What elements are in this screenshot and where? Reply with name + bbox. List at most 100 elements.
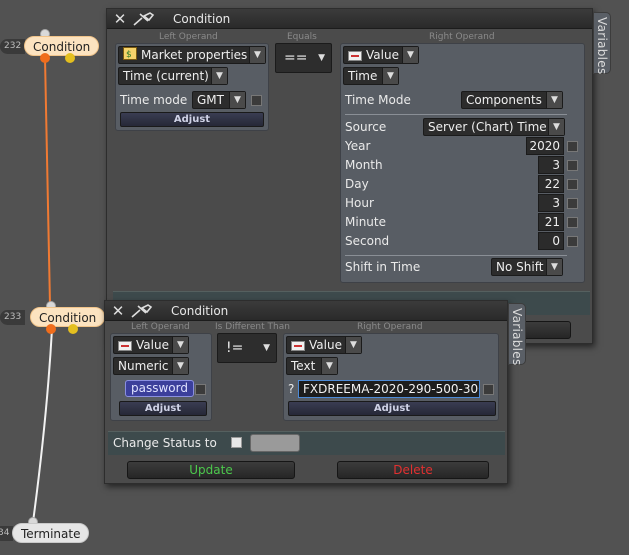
second-checkbox[interactable] [567, 236, 578, 247]
month-label: Month [345, 158, 383, 172]
left-operand-caption: Left Operand [159, 32, 218, 42]
text-value-input[interactable]: FXDREEMA-2020-290-500-300 [298, 380, 480, 398]
second-input[interactable]: 0 [538, 232, 564, 250]
operator-value: != [226, 340, 244, 356]
left-source-value: Market properties [141, 48, 248, 62]
month-checkbox[interactable] [567, 160, 578, 171]
chevron-down-icon: ▼ [546, 259, 562, 275]
condition-window-2: ✕ Condition Left Operand Is Different Th… [104, 300, 508, 484]
value-icon [118, 340, 132, 351]
node-condition-232[interactable]: 232 Condition [0, 29, 100, 63]
window-titlebar[interactable]: ✕ Condition [105, 301, 507, 321]
status-color-swatch[interactable] [250, 434, 300, 452]
right-type-dropdown[interactable]: Value ▼ [286, 336, 362, 354]
window-titlebar[interactable]: ✕ Condition [107, 9, 592, 29]
chevron-down-icon: ▼ [211, 68, 227, 84]
adjust-button[interactable]: Adjust [120, 112, 264, 127]
operator-dropdown[interactable]: != ▼ [217, 333, 277, 363]
node-label[interactable]: Condition [24, 36, 100, 56]
node-label[interactable]: Terminate [12, 523, 90, 543]
update-button[interactable]: Update [127, 461, 295, 479]
month-input[interactable]: 3 [538, 156, 564, 174]
time-mode-dropdown[interactable]: GMT ▼ [192, 91, 246, 109]
node-output-false[interactable] [68, 324, 78, 334]
hour-checkbox[interactable] [567, 198, 578, 209]
operator-dropdown[interactable]: == ▼ [275, 43, 332, 73]
source-label: Source [345, 120, 387, 134]
right-operand-panel: Value ▼ Text ▼ ? FXDREEMA-2020-290-500-3… [283, 333, 499, 421]
node-label[interactable]: Condition [30, 307, 106, 327]
left-subtype-dropdown[interactable]: Numeric ▼ [113, 357, 189, 375]
minute-label: Minute [345, 215, 386, 229]
text-prefix: ? [288, 382, 295, 396]
time-mode-value: GMT [197, 93, 224, 107]
day-input[interactable]: 22 [538, 175, 564, 193]
right-value-checkbox[interactable] [483, 384, 494, 395]
right-subtype-dropdown[interactable]: Time ▼ [343, 67, 399, 85]
variables-tab[interactable]: Variables [508, 303, 526, 366]
close-icon[interactable]: ✕ [110, 303, 126, 319]
value-icon [348, 50, 362, 61]
node-id: 233 [0, 310, 26, 325]
node-condition-233[interactable]: 233 Condition [0, 301, 106, 334]
divider [345, 114, 567, 115]
node-terminate-34[interactable]: 34 Terminate [0, 517, 100, 543]
left-value-checkbox[interactable] [195, 384, 206, 395]
right-time-mode-label: Time Mode [345, 93, 411, 107]
time-mode-label: Time mode [120, 93, 188, 107]
chevron-down-icon: ▼ [229, 92, 245, 108]
condition-window-1: ✕ Condition Left Operand Equals Right Op… [106, 8, 593, 344]
right-type-dropdown[interactable]: Value ▼ [343, 46, 419, 64]
year-label: Year [345, 139, 371, 153]
hour-label: Hour [345, 196, 374, 210]
left-operand-caption: Left Operand [131, 322, 190, 332]
pin-icon[interactable] [131, 11, 155, 27]
chevron-down-icon: ▼ [249, 47, 265, 63]
right-type-value: Value [366, 48, 399, 62]
right-subtype-dropdown[interactable]: Text ▼ [286, 357, 338, 375]
left-field-dropdown[interactable]: Time (current) ▼ [118, 67, 228, 85]
minute-input[interactable]: 21 [538, 213, 564, 231]
hour-input[interactable]: 3 [538, 194, 564, 212]
svg-text:$: $ [126, 50, 132, 60]
time-mode-checkbox[interactable] [251, 95, 262, 106]
source-dropdown[interactable]: Server (Chart) Time ▼ [423, 118, 565, 136]
left-subtype-value: Numeric [118, 359, 169, 373]
operator-caption: Equals [287, 32, 317, 42]
close-icon[interactable]: ✕ [112, 11, 128, 27]
chevron-down-icon: ▼ [345, 337, 361, 353]
left-type-dropdown[interactable]: Value ▼ [113, 336, 189, 354]
year-input[interactable]: 2020 [526, 137, 564, 155]
node-output-false[interactable] [65, 53, 75, 63]
variables-tab-label: Variables [595, 17, 609, 75]
chevron-down-icon: ▼ [318, 53, 325, 63]
right-operand-caption: Right Operand [429, 32, 495, 42]
window-title: Condition [173, 12, 231, 26]
left-operand-panel: Value ▼ Numeric ▼ password Adjust [110, 333, 212, 421]
chevron-down-icon: ▼ [546, 92, 562, 108]
day-checkbox[interactable] [567, 179, 578, 190]
password-variable-chip[interactable]: password [125, 380, 194, 397]
adjust-button[interactable]: Adjust [119, 401, 207, 416]
node-id: 232 [0, 39, 26, 54]
change-status-label: Change Status to [113, 436, 217, 450]
change-status-row: Change Status to [108, 431, 505, 455]
right-time-mode-dropdown[interactable]: Components ▼ [461, 91, 563, 109]
variables-tab[interactable]: Variables [593, 12, 611, 75]
left-source-dropdown[interactable]: $ Market properties ▼ [118, 46, 266, 64]
node-output-true[interactable] [46, 324, 56, 334]
year-checkbox[interactable] [567, 141, 578, 152]
chevron-down-icon: ▼ [172, 358, 188, 374]
day-label: Day [345, 177, 369, 191]
minute-checkbox[interactable] [567, 217, 578, 228]
chevron-down-icon: ▼ [382, 68, 398, 84]
delete-button[interactable]: Delete [337, 461, 489, 479]
window-title: Condition [171, 304, 229, 318]
chevron-down-icon: ▼ [263, 343, 270, 353]
adjust-button[interactable]: Adjust [288, 401, 496, 416]
change-status-checkbox[interactable] [231, 437, 242, 448]
pin-icon[interactable] [129, 303, 153, 319]
node-output-true[interactable] [40, 53, 50, 63]
shift-in-time-dropdown[interactable]: No Shift ▼ [491, 258, 563, 276]
chevron-down-icon: ▼ [172, 337, 188, 353]
